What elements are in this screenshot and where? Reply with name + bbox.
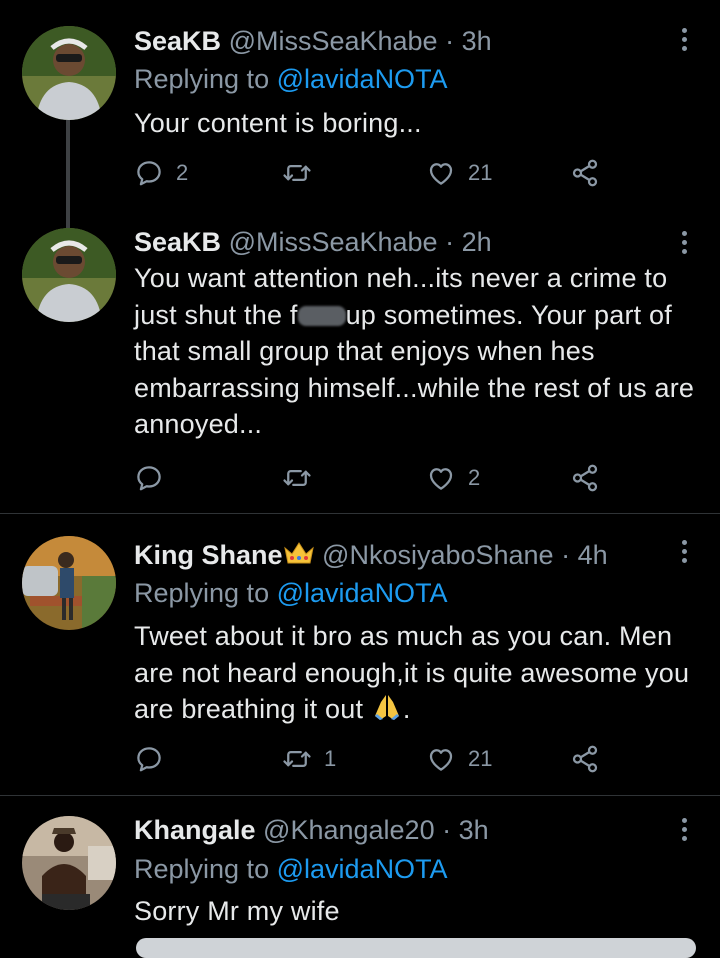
- retweet-icon: [282, 158, 312, 188]
- mention-link[interactable]: @lavidaNOTA: [277, 578, 448, 608]
- like-count: 21: [468, 746, 493, 771]
- tweet-text-end: .: [402, 694, 411, 724]
- share-button[interactable]: [570, 156, 600, 190]
- reply-button[interactable]: [134, 461, 164, 495]
- timestamp[interactable]: 3h: [459, 815, 489, 845]
- reply-icon: [134, 744, 164, 774]
- timestamp[interactable]: 4h: [578, 540, 608, 570]
- tweet-text-line: just shut the f up sometimes. Your part o…: [134, 297, 704, 334]
- reply-icon: [134, 463, 164, 493]
- separator-dot: ·: [442, 815, 452, 845]
- action-bar: 2 21: [134, 156, 614, 190]
- reply-button[interactable]: 2: [134, 156, 188, 190]
- more-icon[interactable]: [676, 818, 692, 846]
- share-button[interactable]: [570, 461, 600, 495]
- tweet-1[interactable]: SeaKB @MissSeaKhabe · 3h Replying to @la…: [0, 0, 720, 228]
- censor-blur: [297, 306, 346, 327]
- retweet-button[interactable]: [282, 156, 312, 190]
- like-count: 21: [468, 160, 493, 185]
- like-button[interactable]: 2: [426, 461, 480, 495]
- separator-dot: ·: [445, 26, 455, 56]
- retweet-button[interactable]: [282, 461, 312, 495]
- author-name[interactable]: SeaKB: [134, 227, 221, 257]
- tweet-text-main: Tweet about it bro as much as you can. M…: [134, 621, 690, 724]
- replying-to-prefix: Replying to: [134, 578, 270, 608]
- more-icon[interactable]: [676, 231, 692, 259]
- media-preview-edge: [136, 938, 696, 958]
- replying-to-prefix: Replying to: [134, 854, 270, 884]
- replying-to-prefix: Replying to: [134, 64, 270, 94]
- share-icon: [570, 463, 600, 493]
- share-icon: [570, 744, 600, 774]
- reply-icon: [134, 158, 164, 188]
- mention-link[interactable]: @lavidaNOTA: [277, 64, 448, 94]
- retweet-icon: [282, 744, 312, 774]
- separator-dot: ·: [561, 540, 571, 570]
- replying-to: Replying to @lavidaNOTA: [134, 576, 448, 610]
- replying-to: Replying to @lavidaNOTA: [134, 852, 448, 886]
- tweet-3[interactable]: King Shane @NkosiyaboShane · 4h Replying…: [0, 514, 720, 794]
- action-bar: 1 21: [134, 742, 614, 776]
- like-icon: [426, 744, 456, 774]
- author-name[interactable]: SeaKB: [134, 26, 221, 56]
- tweet-4[interactable]: Khangale @Khangale20 · 3h Replying to @l…: [0, 796, 720, 948]
- avatar[interactable]: [22, 26, 116, 120]
- tweet-header: SeaKB @MissSeaKhabe · 3h: [134, 24, 492, 58]
- like-count: 2: [468, 465, 481, 490]
- tweet-header: SeaKB @MissSeaKhabe · 2h: [134, 225, 492, 259]
- author-handle[interactable]: @NkosiyaboShane: [322, 540, 554, 570]
- more-icon[interactable]: [676, 540, 692, 568]
- author-name[interactable]: Khangale: [134, 815, 256, 845]
- timestamp[interactable]: 3h: [462, 26, 492, 56]
- reply-button[interactable]: [134, 742, 164, 776]
- timestamp[interactable]: 2h: [462, 227, 492, 257]
- thread-line: [66, 120, 70, 228]
- retweet-icon: [282, 463, 312, 493]
- tweet-text-part: up sometimes. Your part of: [345, 299, 672, 330]
- tweet-text-part: just shut the f: [134, 299, 298, 330]
- tweet-2[interactable]: SeaKB @MissSeaKhabe · 2h You want attent…: [0, 215, 720, 513]
- retweet-count: 1: [324, 746, 337, 771]
- avatar[interactable]: [22, 228, 116, 322]
- tweet-text-line: that small group that enjoys when hes em…: [134, 336, 695, 439]
- action-bar: 2: [134, 461, 614, 495]
- tweet-text: Sorry Mr my wife: [134, 896, 340, 926]
- share-button[interactable]: [570, 742, 600, 776]
- replying-to: Replying to @lavidaNOTA: [134, 62, 448, 96]
- like-icon: [426, 463, 456, 493]
- crown-emoji: [283, 540, 315, 574]
- retweet-button[interactable]: 1: [282, 742, 336, 776]
- tweet-text: Tweet about it bro as much as you can. M…: [134, 618, 704, 728]
- tweet-header: Khangale @Khangale20 · 3h: [134, 813, 489, 847]
- tweet-text-line: You want attention neh...its never a cri…: [134, 263, 668, 293]
- author-handle[interactable]: @Khangale20: [263, 815, 435, 845]
- like-button[interactable]: 21: [426, 742, 492, 776]
- like-icon: [426, 158, 456, 188]
- author-name[interactable]: King Shane: [134, 540, 283, 570]
- avatar[interactable]: [22, 536, 116, 630]
- author-handle[interactable]: @MissSeaKhabe: [229, 227, 438, 257]
- avatar[interactable]: [22, 816, 116, 910]
- author-handle[interactable]: @MissSeaKhabe: [229, 26, 438, 56]
- like-button[interactable]: 21: [426, 156, 492, 190]
- share-icon: [570, 158, 600, 188]
- tweet-text: Your content is boring...: [134, 108, 422, 138]
- separator-dot: ·: [445, 227, 455, 257]
- praying-hands-emoji: [371, 694, 403, 724]
- tweet-text: You want attention neh...its never a cri…: [134, 260, 704, 443]
- reply-count: 2: [176, 160, 189, 185]
- mention-link[interactable]: @lavidaNOTA: [277, 854, 448, 884]
- more-icon[interactable]: [676, 28, 692, 56]
- tweet-header: King Shane @NkosiyaboShane · 4h: [134, 538, 608, 574]
